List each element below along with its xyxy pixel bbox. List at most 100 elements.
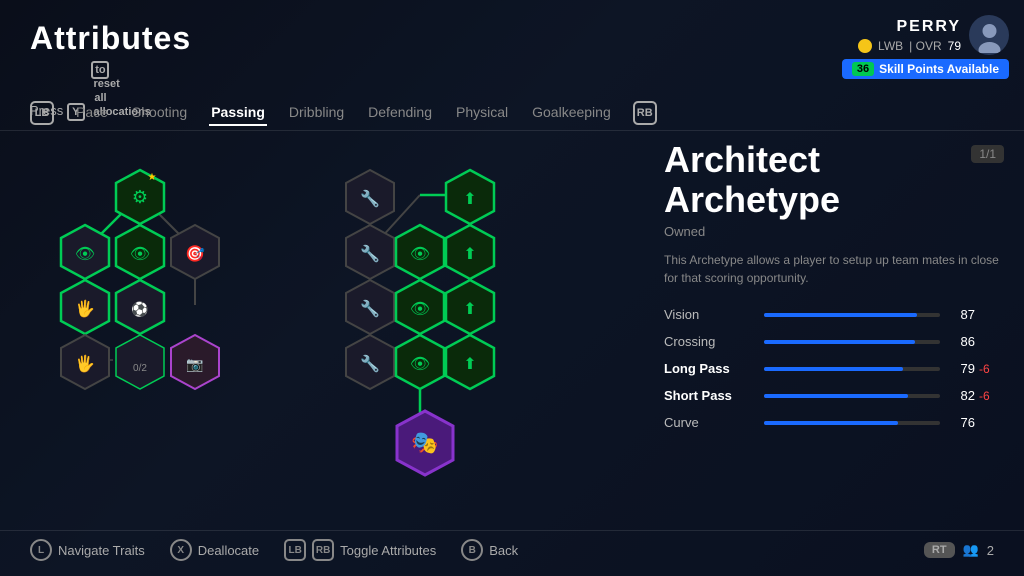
- player-details: LWB | OVR 79: [858, 39, 961, 53]
- l-button[interactable]: L: [30, 539, 52, 561]
- stat-bar-shortpass: [764, 394, 908, 398]
- stats-container: Vision 87 Crossing 86 Long Pass 79 -6 Sh…: [664, 307, 1004, 430]
- lb-button-bottom[interactable]: LB: [284, 539, 306, 561]
- right-node-row3-1[interactable]: 🔧: [344, 278, 396, 341]
- svg-text:⬆: ⬆: [463, 301, 476, 318]
- rb-button-bottom[interactable]: RB: [312, 539, 334, 561]
- right-panel: Architect Archetype 1/1 Owned This Arche…: [664, 140, 1004, 442]
- coin-icon: [858, 39, 872, 53]
- left-node-4[interactable]: 🖐: [59, 278, 111, 341]
- deallocate-label: Deallocate: [198, 543, 259, 558]
- svg-text:🎯: 🎯: [185, 245, 205, 263]
- skill-tree: ⚙ ★ 👁 👁 🎯 🖐 ⚽: [30, 140, 650, 540]
- player-avatar: [969, 15, 1009, 55]
- left-top-node[interactable]: ⚙ ★: [114, 168, 166, 231]
- ovr-value: 79: [948, 39, 961, 53]
- stat-vision: Vision 87: [664, 307, 1004, 322]
- left-counter-node[interactable]: 0/2: [114, 333, 166, 396]
- people-icon: 👥: [963, 542, 979, 558]
- stat-bar-vision-bg: [764, 313, 940, 317]
- tab-shooting[interactable]: Shooting: [130, 100, 189, 126]
- back-label: Back: [489, 543, 518, 558]
- player-card: PERRY LWB | OVR 79 36 Skill Points Avail…: [842, 15, 1009, 79]
- fraction-badge: 1/1: [971, 145, 1004, 163]
- control-toggle: LB RB Toggle Attributes: [284, 539, 436, 561]
- stat-curve: Curve 76: [664, 415, 1004, 430]
- stat-longpass: Long Pass 79 -6: [664, 361, 1004, 376]
- stat-label-shortpass: Short Pass: [664, 388, 754, 403]
- rb-button[interactable]: RB: [633, 101, 657, 125]
- left-node-3[interactable]: 🎯: [169, 223, 221, 286]
- right-node-row4-1[interactable]: 🔧: [344, 333, 396, 396]
- people-count: 2: [987, 543, 994, 558]
- tab-pace[interactable]: Pace: [74, 100, 110, 126]
- archetype-description: This Archetype allows a player to setup …: [664, 251, 1004, 287]
- tab-goalkeeping[interactable]: Goalkeeping: [530, 100, 613, 126]
- player-info: PERRY LWB | OVR 79: [858, 15, 1009, 55]
- tab-passing[interactable]: Passing: [209, 100, 267, 126]
- right-node-row2-2[interactable]: 👁: [394, 223, 446, 286]
- ovr-label: | OVR: [909, 39, 941, 53]
- player-name: PERRY: [896, 18, 961, 36]
- tab-physical[interactable]: Physical: [454, 100, 510, 126]
- left-node-5[interactable]: ⚽: [114, 278, 166, 341]
- stat-bar-longpass: [764, 367, 903, 371]
- svg-text:👁: 👁: [410, 301, 430, 318]
- page-title: Attributes: [30, 20, 191, 57]
- x-button[interactable]: X: [170, 539, 192, 561]
- right-node-row2-1[interactable]: 🔧: [344, 223, 396, 286]
- right-node-row4-2[interactable]: 👁: [394, 333, 446, 396]
- stat-label-vision: Vision: [664, 307, 754, 322]
- stat-label-crossing: Crossing: [664, 334, 754, 349]
- separator-bottom: [0, 530, 1024, 531]
- tab-dribbling[interactable]: Dribbling: [287, 100, 346, 126]
- control-deallocate: X Deallocate: [170, 539, 259, 561]
- stat-bar-longpass-bg: [764, 367, 940, 371]
- svg-text:🖐: 🖐: [75, 299, 95, 319]
- stat-value-crossing: 86: [950, 334, 975, 349]
- stat-bar-vision: [764, 313, 917, 317]
- separator-top: [0, 130, 1024, 131]
- stat-modifier-longpass: -6: [979, 362, 1004, 376]
- owned-label: Owned: [664, 224, 1004, 239]
- stat-value-curve: 76: [950, 415, 975, 430]
- svg-text:⚽: ⚽: [130, 301, 148, 318]
- svg-text:👁: 👁: [410, 246, 430, 263]
- lb-button[interactable]: LB: [30, 101, 54, 125]
- toggle-label: Toggle Attributes: [340, 543, 436, 558]
- svg-text:🔧: 🔧: [360, 299, 380, 318]
- stat-bar-crossing-bg: [764, 340, 940, 344]
- subtitle-text: to reset all allocations: [91, 61, 109, 79]
- right-node-row3-3[interactable]: ⬆: [444, 278, 496, 341]
- stat-value-vision: 87: [950, 307, 975, 322]
- left-node-2[interactable]: 👁: [114, 223, 166, 286]
- left-bottom-1[interactable]: 🖐: [59, 333, 111, 396]
- svg-text:0/2: 0/2: [133, 363, 147, 374]
- stat-bar-curve: [764, 421, 898, 425]
- left-bottom-2[interactable]: 📷: [169, 333, 221, 396]
- b-button[interactable]: B: [461, 539, 483, 561]
- svg-text:⚙: ⚙: [132, 187, 148, 207]
- right-node-row2-3[interactable]: ⬆: [444, 223, 496, 286]
- right-top-right[interactable]: ⬆: [444, 168, 496, 231]
- right-node-row4-3[interactable]: ⬆: [444, 333, 496, 396]
- stat-bar-crossing: [764, 340, 915, 344]
- skill-points-bar: 36 Skill Points Available: [842, 59, 1009, 79]
- right-node-row3-2[interactable]: 👁: [394, 278, 446, 341]
- svg-text:⬆: ⬆: [463, 356, 476, 373]
- left-node-1[interactable]: 👁: [59, 223, 111, 286]
- right-top-left[interactable]: 🔧: [344, 168, 396, 231]
- svg-text:⬆: ⬆: [463, 191, 476, 208]
- skill-points-label: Skill Points Available: [879, 62, 999, 76]
- stat-value-longpass: 79: [950, 361, 975, 376]
- tab-defending[interactable]: Defending: [366, 100, 434, 126]
- svg-text:🔧: 🔧: [360, 244, 380, 263]
- rt-button[interactable]: RT: [924, 542, 955, 558]
- special-node[interactable]: 🎭: [394, 408, 456, 483]
- stat-value-shortpass: 82: [950, 388, 975, 403]
- svg-text:👁: 👁: [75, 246, 95, 263]
- bottom-bar: L Navigate Traits X Deallocate LB RB Tog…: [30, 539, 994, 561]
- player-position: LWB: [878, 39, 903, 53]
- nav-tabs[interactable]: LB Pace Shooting Passing Dribbling Defen…: [30, 100, 657, 126]
- svg-text:📷: 📷: [186, 356, 203, 373]
